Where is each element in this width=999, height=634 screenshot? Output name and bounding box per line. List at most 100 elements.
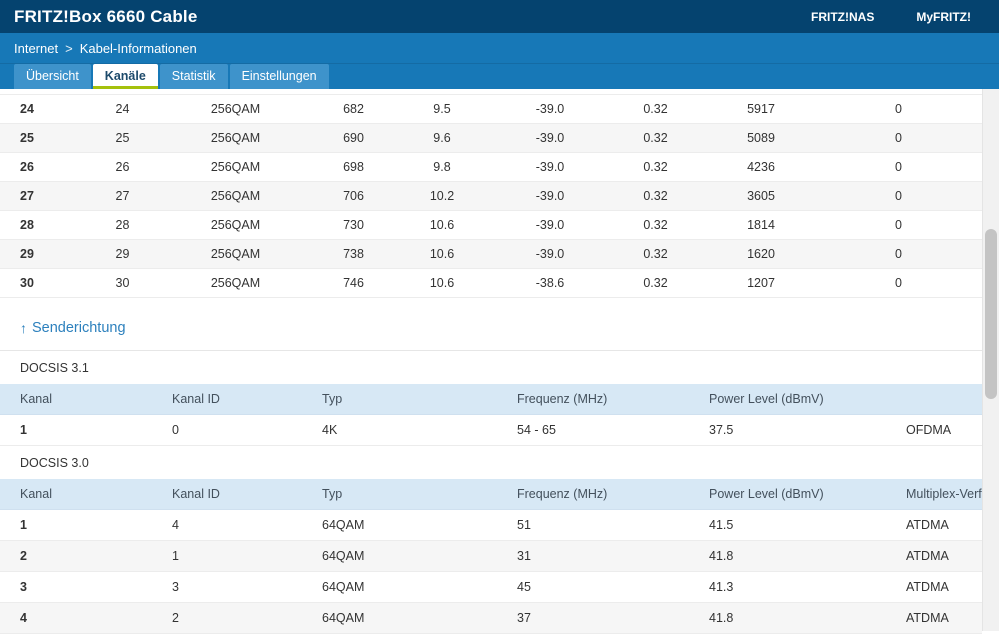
table-cell: 10.6 <box>388 210 496 240</box>
table-cell: ATDMA <box>886 540 982 572</box>
column-header: Kanal <box>0 384 152 415</box>
docsis31-table: Kanal Kanal ID Typ Frequenz (MHz) Power … <box>0 384 982 446</box>
table-cell: 9.6 <box>388 123 496 153</box>
docsis30-label: DOCSIS 3.0 <box>20 456 89 470</box>
column-header: Kanal <box>0 479 152 510</box>
table-cell: 690 <box>319 123 388 153</box>
table-row: 4 2 64QAM 37 41.8 ATDMA <box>0 602 982 634</box>
table-cell: 9.5 <box>388 94 496 124</box>
table-cell: 28 <box>93 210 152 240</box>
myfritz-link[interactable]: MyFRITZ! <box>916 10 971 24</box>
tab-kanaele[interactable]: Kanäle <box>92 64 158 89</box>
breadcrumb-internet[interactable]: Internet <box>14 41 58 56</box>
downstream-table-body: 24 24 256QAM 682 9.5 -39.0 0.32 5917 0 25 25 256QAM… <box>0 94 982 298</box>
column-header: Typ <box>302 384 497 415</box>
table-cell: 256QAM <box>152 268 319 298</box>
table-cell: 64QAM <box>302 571 497 603</box>
table-cell: 256QAM <box>152 181 319 211</box>
table-cell: 41.8 <box>689 602 886 634</box>
topbar: FRITZ!Box 6660 Cable FRITZ!NAS MyFRITZ! <box>0 0 999 33</box>
downstream-table: 24 24 256QAM 682 9.5 -39.0 0.32 5917 0 25 25 256QAM… <box>0 94 982 298</box>
table-cell: 3 <box>0 571 152 603</box>
table-cell: 2 <box>152 602 302 634</box>
table-cell: -39.0 <box>496 181 604 211</box>
table-cell: 54 - 65 <box>497 414 689 446</box>
table-cell: 10.6 <box>388 239 496 269</box>
table-cell: 5089 <box>707 123 815 153</box>
table-cell: 738 <box>319 239 388 269</box>
table-cell: 37.5 <box>689 414 886 446</box>
table-cell: 0.32 <box>604 210 707 240</box>
column-header: Kanal ID <box>152 479 302 510</box>
table-cell: 0 <box>152 414 302 446</box>
table-cell: 51 <box>497 509 689 541</box>
table-row: 2 1 64QAM 31 41.8 ATDMA <box>0 540 982 572</box>
upstream-heading-label: Senderichtung <box>32 320 126 336</box>
tab-bar: Übersicht Kanäle Statistik Einstellungen <box>0 63 999 89</box>
table-row: 3 3 64QAM 45 41.3 ATDMA <box>0 571 982 603</box>
table-row: 26 26 256QAM 698 9.8 -39.0 0.32 4236 0 <box>0 152 982 182</box>
table-row: 30 30 256QAM 746 10.6 -38.6 0.32 1207 0 <box>0 268 982 298</box>
tab-uebersicht[interactable]: Übersicht <box>14 64 91 89</box>
table-cell: 1207 <box>707 268 815 298</box>
table-cell: -39.0 <box>496 239 604 269</box>
table-cell: 1620 <box>707 239 815 269</box>
table-cell: 682 <box>319 94 388 124</box>
table-cell: 37 <box>497 602 689 634</box>
table-cell: OFDMA <box>886 414 982 446</box>
breadcrumb-kabel-informationen: Kabel-Informationen <box>79 40 197 56</box>
table-cell: 1814 <box>707 210 815 240</box>
column-header <box>886 384 982 415</box>
table-cell: 9.8 <box>388 152 496 182</box>
table-cell: 28 <box>0 210 93 240</box>
table-cell: 0.32 <box>604 123 707 153</box>
column-header: Power Level (dBmV) <box>689 384 886 415</box>
docsis30-table: Kanal Kanal ID Typ Frequenz (MHz) Power … <box>0 479 982 634</box>
docsis31-label: DOCSIS 3.1 <box>20 361 89 375</box>
table-cell: 10.2 <box>388 181 496 211</box>
table-cell: 256QAM <box>152 94 319 124</box>
table-cell: -39.0 <box>496 94 604 124</box>
table-cell: -39.0 <box>496 152 604 182</box>
column-header: Kanal ID <box>152 384 302 415</box>
table-cell: 27 <box>93 181 152 211</box>
table-cell: 30 <box>93 268 152 298</box>
table-cell: 256QAM <box>152 152 319 182</box>
table-cell: 5917 <box>707 94 815 124</box>
table-cell: 1 <box>0 509 152 541</box>
table-cell: 1 <box>0 414 152 446</box>
table-cell: 4K <box>302 414 497 446</box>
table-cell: 4236 <box>707 152 815 182</box>
vertical-scrollbar[interactable] <box>982 89 999 631</box>
table-cell: 0 <box>815 123 982 153</box>
table-cell: 0.32 <box>604 181 707 211</box>
table-cell: 30 <box>0 268 93 298</box>
column-header: Multiplex-Verfahren <box>886 479 982 510</box>
table-cell: 27 <box>0 181 93 211</box>
table-row: 27 27 256QAM 706 10.2 -39.0 0.32 3605 0 <box>0 181 982 211</box>
table-cell: -39.0 <box>496 210 604 240</box>
table-cell: 0 <box>815 94 982 124</box>
table-cell: ATDMA <box>886 509 982 541</box>
table-cell: 3 <box>152 571 302 603</box>
scrollbar-thumb[interactable] <box>985 229 997 399</box>
table-cell: 0 <box>815 210 982 240</box>
table-cell: 4 <box>152 509 302 541</box>
table-cell: 26 <box>0 152 93 182</box>
tab-statistik[interactable]: Statistik <box>159 64 228 89</box>
table-cell: 0.32 <box>604 268 707 298</box>
table-cell: 730 <box>319 210 388 240</box>
tab-einstellungen[interactable]: Einstellungen <box>229 64 329 89</box>
table-row: 1 0 4K 54 - 65 37.5 OFDMA <box>0 414 982 446</box>
table-header-row: Kanal Kanal ID Typ Frequenz (MHz) Power … <box>0 384 982 415</box>
table-cell: 706 <box>319 181 388 211</box>
arrow-up-icon: ↑ <box>20 320 27 336</box>
table-cell: 29 <box>0 239 93 269</box>
table-cell: 3605 <box>707 181 815 211</box>
fritznas-link[interactable]: FRITZ!NAS <box>811 10 874 24</box>
column-header: Power Level (dBmV) <box>689 479 886 510</box>
content-area: 24 24 256QAM 682 9.5 -39.0 0.32 5917 0 25 25 256QAM… <box>0 89 999 634</box>
table-cell: 698 <box>319 152 388 182</box>
table-header-row: Kanal Kanal ID Typ Frequenz (MHz) Power … <box>0 479 982 510</box>
table-cell: 2 <box>0 540 152 572</box>
